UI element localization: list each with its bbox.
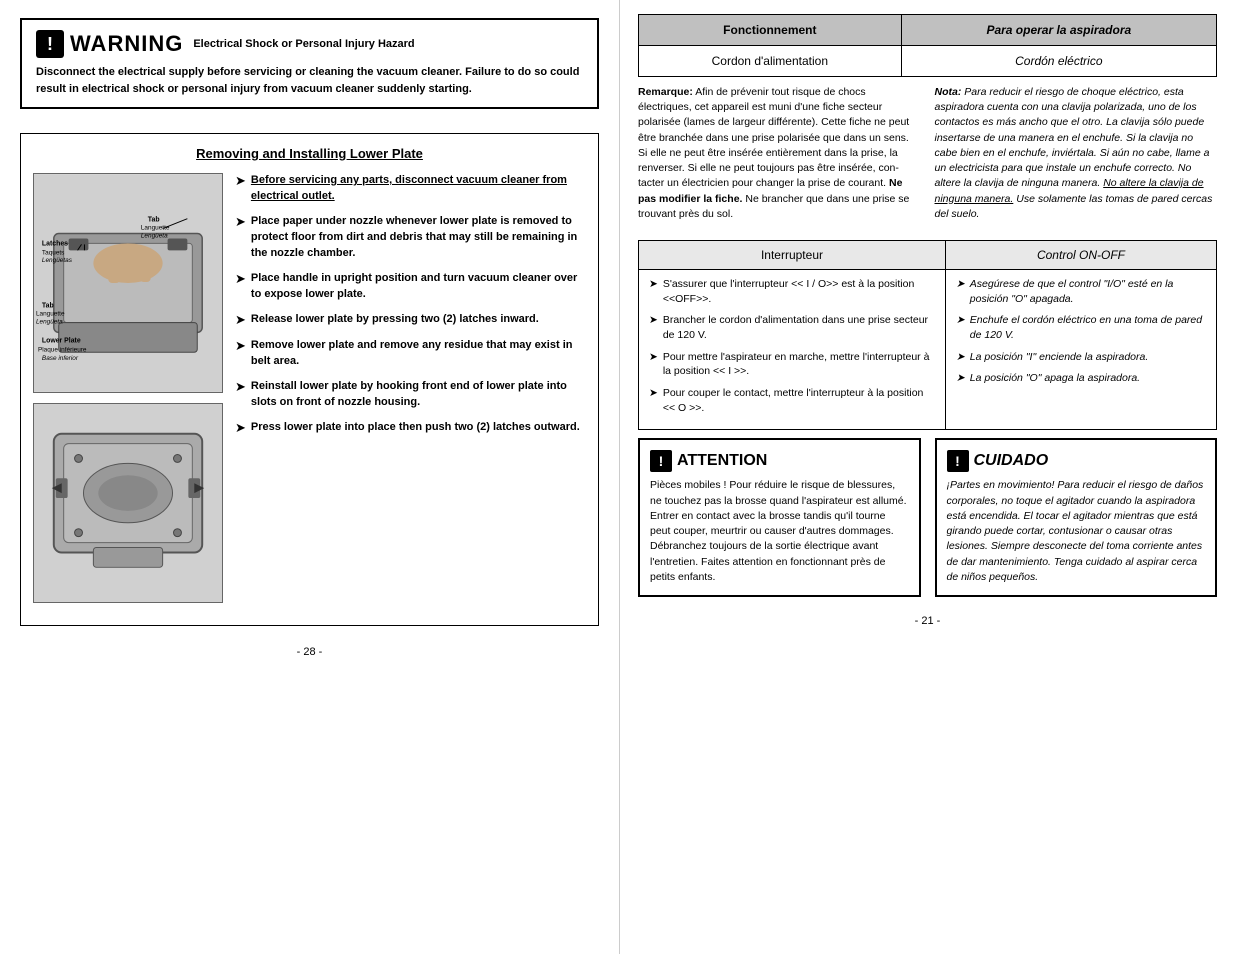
svg-text:Lengüeta: Lengüeta — [141, 232, 168, 239]
instruction-5: ➤ Remove lower plate and remove any resi… — [235, 338, 586, 370]
instruction-3: ➤ Place handle in upright position and t… — [235, 271, 586, 303]
instruction-text-3: Place handle in upright position and tur… — [251, 271, 586, 303]
attention-title-text: ATTENTION — [677, 452, 767, 470]
french-item-3: Pour mettre l'aspirateur en marche, mett… — [649, 350, 935, 379]
svg-text:Latches: Latches — [42, 240, 68, 247]
subheader-right: Cordón eléctrico — [901, 46, 1216, 77]
instruction-6: ➤ Reinstall lower plate by hooking front… — [235, 379, 586, 411]
attention-title-row: ! ATTENTION — [650, 450, 909, 472]
attention-row: ! ATTENTION Pièces mobiles ! Pour réduir… — [638, 438, 1217, 597]
page-number-right: - 21 - — [638, 615, 1217, 627]
warning-title-text: WARNING — [70, 31, 183, 57]
interrupteur-header-left: Interrupteur — [639, 240, 946, 269]
instruction-text-6: Reinstall lower plate by hooking front e… — [251, 379, 586, 411]
lower-plate-content: Latches Taquets Lengüetas Tab Languette … — [33, 173, 586, 613]
spanish-item-3: La posición "I" enciende la aspiradora. — [956, 350, 1206, 365]
svg-text:Base inferior: Base inferior — [42, 355, 79, 362]
diagram-top-svg: Latches Taquets Lengüetas Tab Languette … — [34, 174, 222, 392]
instruction-2: ➤ Place paper under nozzle whenever lowe… — [235, 214, 586, 262]
french-note: Remarque: Afin de prévenir tout risque d… — [638, 85, 921, 226]
cuidado-icon: ! — [947, 450, 969, 472]
cuidado-title-row: ! CUIDADO — [947, 450, 1206, 472]
instruction-7: ➤ Press lower plate into place then push… — [235, 420, 586, 437]
spanish-item-2: Enchufe el cordón eléctrico en una toma … — [956, 313, 1206, 342]
instruction-1: ➤ Before servicing any parts, disconnect… — [235, 173, 586, 205]
arrow-6: ➤ — [235, 378, 246, 411]
attention-body: Pièces mobiles ! Pour réduire le risque … — [650, 478, 909, 585]
subheader-left: Cordon d'alimentation — [639, 46, 902, 77]
lower-plate-title: Removing and Installing Lower Plate — [33, 146, 586, 161]
instruction-text-7: Press lower plate into place then push t… — [251, 420, 580, 437]
spanish-item-1: Asegúrese de que el control "I/O" esté e… — [956, 277, 1206, 306]
instruction-text-1: Before servicing any parts, disconnect v… — [251, 173, 586, 205]
svg-text:Tab: Tab — [42, 303, 54, 310]
svg-text:Languette: Languette — [141, 225, 170, 232]
svg-text:Languette: Languette — [36, 311, 65, 318]
cuidado-box: ! CUIDADO ¡Partes en movimiento! Para re… — [935, 438, 1218, 597]
svg-text:Lower Plate: Lower Plate — [42, 337, 81, 344]
page-number-left: - 28 - — [20, 646, 599, 658]
spanish-note: Nota: Para reducir el riesgo de choque e… — [935, 85, 1218, 226]
right-panel: Fonctionnement Para operar la aspiradora… — [620, 0, 1235, 954]
attention-icon: ! — [650, 450, 672, 472]
warning-title-row: ! WARNING Electrical Shock or Personal I… — [36, 30, 583, 58]
header-right: Para operar la aspiradora — [901, 15, 1216, 46]
instruction-text-2: Place paper under nozzle whenever lower … — [251, 214, 586, 262]
instruction-4: ➤ Release lower plate by pressing two (2… — [235, 312, 586, 329]
interrupteur-spanish-items: Asegúrese de que el control "I/O" esté e… — [945, 269, 1216, 430]
svg-text:Tab: Tab — [148, 217, 160, 224]
svg-text:Lengüetas: Lengüetas — [42, 257, 73, 264]
left-panel: ! WARNING Electrical Shock or Personal I… — [0, 0, 620, 954]
cuidado-body: ¡Partes en movimiento! Para reducir el r… — [947, 478, 1206, 585]
arrow-5: ➤ — [235, 337, 246, 370]
arrow-2: ➤ — [235, 213, 246, 262]
cuidado-title-text: CUIDADO — [974, 452, 1049, 470]
warning-body: Disconnect the electrical supply before … — [36, 64, 583, 97]
arrow-4: ➤ — [235, 311, 246, 329]
diagram-bottom-svg — [34, 404, 222, 602]
french-item-4: Pour couper le contact, mettre l'interru… — [649, 386, 935, 415]
attention-box: ! ATTENTION Pièces mobiles ! Pour réduir… — [638, 438, 921, 597]
interrupteur-header-right: Control ON-OFF — [945, 240, 1216, 269]
diagram-top: Latches Taquets Lengüetas Tab Languette … — [33, 173, 223, 393]
svg-text:Lengüeta: Lengüeta — [36, 319, 63, 326]
arrow-3: ➤ — [235, 270, 246, 303]
top-table: Fonctionnement Para operar la aspiradora… — [638, 14, 1217, 77]
arrow-1: ➤ — [235, 172, 246, 205]
instructions-column: ➤ Before servicing any parts, disconnect… — [235, 173, 586, 613]
french-item-1: S'assurer que l'interrupteur << I / O>> … — [649, 277, 935, 306]
interrupteur-table: Interrupteur Control ON-OFF S'assurer qu… — [638, 240, 1217, 431]
spanish-item-4: La posición "O" apaga la aspiradora. — [956, 371, 1206, 386]
instruction-text-4: Release lower plate by pressing two (2) … — [251, 312, 539, 329]
lower-plate-section: Removing and Installing Lower Plate — [20, 133, 599, 626]
warning-subtitle: Electrical Shock or Personal Injury Haza… — [193, 38, 414, 50]
french-bullet-list: S'assurer que l'interrupteur << I / O>> … — [649, 277, 935, 416]
warning-box: ! WARNING Electrical Shock or Personal I… — [20, 18, 599, 109]
header-left: Fonctionnement — [639, 15, 902, 46]
diagram-bottom — [33, 403, 223, 603]
svg-text:Taquets: Taquets — [42, 249, 64, 256]
arrow-7: ➤ — [235, 419, 246, 437]
warning-icon: ! — [36, 30, 64, 58]
french-item-2: Brancher le cordon d'alimentation dans u… — [649, 313, 935, 342]
interrupteur-french-items: S'assurer que l'interrupteur << I / O>> … — [639, 269, 946, 430]
notes-section: Remarque: Afin de prévenir tout risque d… — [638, 85, 1217, 226]
svg-text:Plaque inférieure: Plaque inférieure — [38, 346, 87, 353]
diagrams-column: Latches Taquets Lengüetas Tab Languette … — [33, 173, 223, 613]
spanish-bullet-list: Asegúrese de que el control "I/O" esté e… — [956, 277, 1206, 386]
instruction-text-5: Remove lower plate and remove any residu… — [251, 338, 586, 370]
